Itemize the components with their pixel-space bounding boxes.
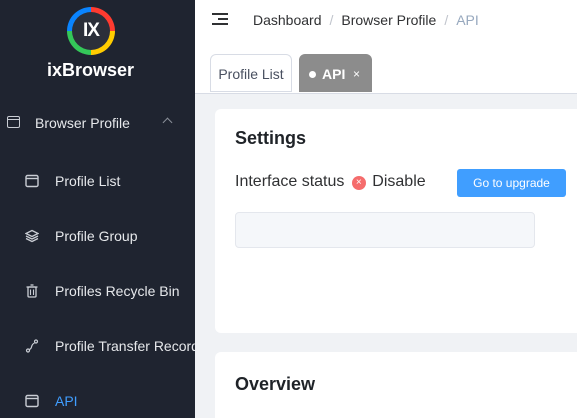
browser-window-icon (25, 174, 39, 188)
tab-api[interactable]: API × (299, 54, 372, 92)
breadcrumb-current: API (456, 12, 479, 28)
app-name: ixBrowser (46, 60, 135, 80)
menu-collapse-icon[interactable] (212, 11, 230, 27)
close-icon[interactable]: × (353, 55, 360, 93)
sidebar-item-label: Profiles Recycle Bin (55, 283, 180, 299)
sidebar-item-label: Profile Transfer Record (55, 338, 195, 354)
tab-label: Profile List (218, 66, 284, 82)
layers-icon (25, 229, 39, 243)
chevron-up-icon[interactable] (162, 117, 173, 128)
sidebar-item-api[interactable]: API (0, 386, 195, 416)
transfer-icon (25, 339, 39, 353)
top-header: Dashboard / Browser Profile / API (195, 0, 577, 44)
sidebar-item-label: Profile Group (55, 228, 138, 244)
settings-title: Settings (235, 128, 307, 148)
sidebar-menu-browser-profile[interactable]: Browser Profile (0, 108, 195, 138)
api-key-field[interactable] (235, 212, 535, 248)
sidebar: IX ixBrowser Browser Profile Profile Lis… (0, 0, 195, 418)
go-to-upgrade-button[interactable]: Go to upgrade (457, 169, 566, 197)
interface-status-label: Interface status (235, 173, 345, 190)
breadcrumb-browser-profile[interactable]: Browser Profile (341, 12, 436, 28)
trash-icon (26, 284, 38, 298)
active-dot-icon (309, 71, 316, 78)
interface-status-row: Interface status × Disable (235, 173, 426, 191)
app-logo-icon: IX (67, 7, 115, 55)
browser-window-icon (25, 394, 39, 408)
interface-status-value: Disable (372, 173, 426, 190)
breadcrumb-dashboard[interactable]: Dashboard (253, 12, 322, 28)
sidebar-item-profile-group[interactable]: Profile Group (0, 221, 195, 251)
error-circle-icon: × (351, 176, 366, 190)
logo: IX ixBrowser (0, 0, 195, 90)
sidebar-item-label: API (55, 393, 78, 409)
browser-window-icon (7, 116, 20, 128)
breadcrumb-separator: / (444, 12, 449, 28)
tabs-bar: Profile List API × (195, 44, 577, 94)
tab-label: API (322, 66, 346, 82)
breadcrumb: Dashboard / Browser Profile / API (253, 12, 479, 28)
sidebar-item-profile-transfer-record[interactable]: Profile Transfer Record (0, 331, 195, 361)
overview-card: Overview (215, 352, 577, 418)
sidebar-item-profiles-recycle-bin[interactable]: Profiles Recycle Bin (0, 276, 195, 306)
breadcrumb-separator: / (329, 12, 334, 28)
sidebar-item-profile-list[interactable]: Profile List (0, 166, 195, 196)
sidebar-menu-label: Browser Profile (35, 115, 130, 131)
sidebar-item-label: Profile List (55, 173, 121, 189)
tab-profile-list[interactable]: Profile List (210, 54, 292, 92)
settings-card: Settings Interface status × Disable Go t… (215, 109, 577, 333)
overview-title: Overview (235, 374, 316, 394)
